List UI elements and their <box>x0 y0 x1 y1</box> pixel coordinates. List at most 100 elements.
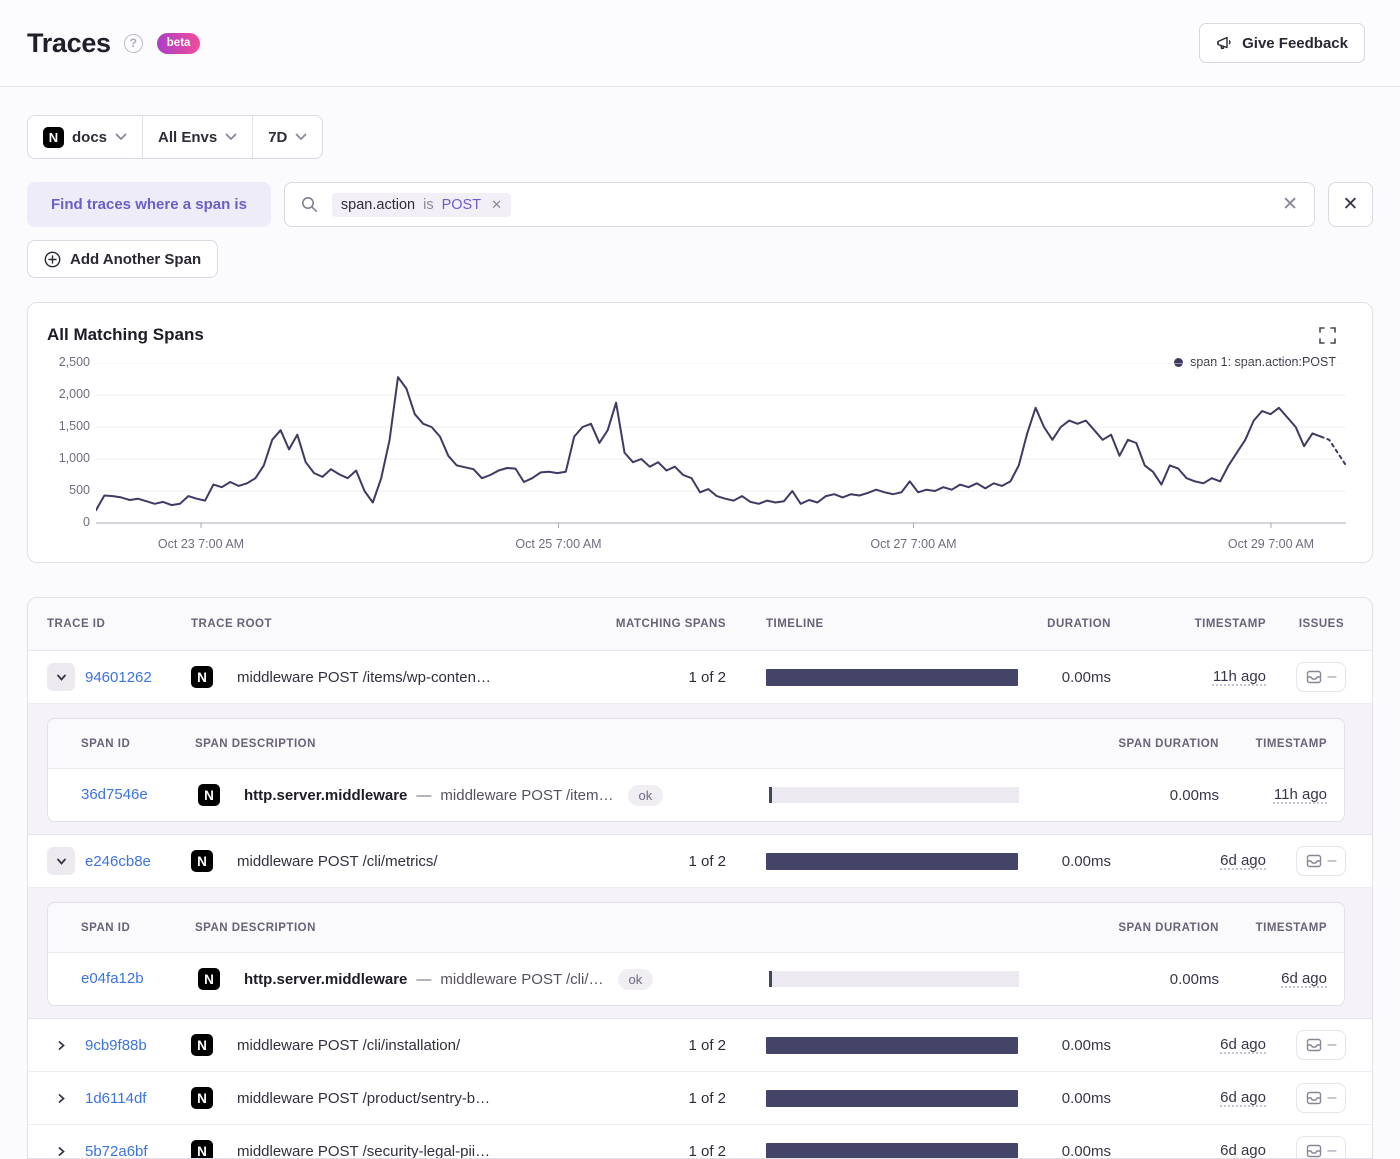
col-span-description: Span Description <box>195 921 316 934</box>
matching-spans-count: 1 of 2 <box>688 852 726 870</box>
trace-timestamp-link[interactable]: 6d ago <box>1220 1142 1266 1158</box>
trace-row[interactable]: e246cb8e N middleware POST /cli/metrics/… <box>28 835 1372 888</box>
expand-chevron-icon[interactable] <box>47 663 75 691</box>
expand-chevron-icon[interactable] <box>47 1084 75 1112</box>
issues-button[interactable]: – <box>1296 1030 1346 1060</box>
span-description-text: middleware POST /item… <box>440 786 614 804</box>
give-feedback-button[interactable]: Give Feedback <box>1199 23 1365 63</box>
expand-chevron-icon[interactable] <box>47 847 75 875</box>
project-avatar-icon: N <box>191 850 213 872</box>
trace-root-text: middleware POST /cli/installation/ <box>237 1036 461 1054</box>
trace-duration: 0.00ms <box>1061 852 1111 870</box>
trace-row[interactable]: 94601262 N middleware POST /items/wp-con… <box>28 651 1372 704</box>
project-avatar-icon: N <box>191 666 213 688</box>
col-span-duration: Span Duration <box>1118 737 1219 750</box>
span-search-row: Find traces where a span is span.action … <box>27 182 1373 227</box>
trace-timestamp-link[interactable]: 11h ago <box>1213 668 1266 685</box>
span-operation: http.server.middleware <box>244 970 408 988</box>
span-search-input[interactable]: span.action is POST ✕ ✕ <box>283 182 1315 227</box>
span-timeline-track <box>772 787 1019 803</box>
project-avatar-icon: N <box>191 1087 213 1109</box>
issues-icon <box>1306 1091 1321 1105</box>
trace-root-text: middleware POST /security-legal-pii… <box>237 1142 491 1159</box>
chevron-down-icon <box>225 133 237 141</box>
col-span-id: Span ID <box>81 737 131 750</box>
issues-button[interactable]: – <box>1296 1136 1346 1159</box>
trace-id-link[interactable]: 1d6114df <box>85 1090 146 1107</box>
token-remove-icon[interactable]: ✕ <box>491 197 502 213</box>
issues-icon <box>1306 1144 1321 1158</box>
environment-filter-label: All Envs <box>158 128 218 146</box>
trace-id-link[interactable]: e246cb8e <box>85 853 151 870</box>
spans-line-chart[interactable] <box>96 363 1346 529</box>
timeline-bar[interactable] <box>766 668 1018 686</box>
matching-spans-count: 1 of 2 <box>688 1036 726 1054</box>
y-tick-label: 1,500 <box>58 419 90 433</box>
trace-root-text: middleware POST /items/wp-conten… <box>237 668 491 686</box>
col-span-timestamp: Timestamp <box>1255 737 1327 750</box>
issues-icon <box>1306 854 1321 868</box>
find-traces-label: Find traces where a span is <box>27 182 271 227</box>
trace-timestamp-link[interactable]: 6d ago <box>1220 1036 1266 1053</box>
page-title: Traces <box>27 27 111 58</box>
span-row[interactable]: e04fa12b N http.server.middleware — midd… <box>48 953 1344 1005</box>
span-timestamp-link[interactable]: 11h ago <box>1274 786 1327 803</box>
span-status-badge: ok <box>617 968 654 990</box>
trace-duration: 0.00ms <box>1061 1142 1111 1159</box>
trace-root-text: middleware POST /product/sentry-b… <box>237 1089 491 1107</box>
issues-count-dash: – <box>1327 1036 1337 1053</box>
filter-bar: N docs All Envs 7D <box>27 115 324 159</box>
issues-button[interactable]: – <box>1296 1083 1346 1113</box>
issues-count-dash: – <box>1327 852 1337 869</box>
search-token[interactable]: span.action is POST ✕ <box>331 192 511 217</box>
trace-row[interactable]: 9cb9f88b N middleware POST /cli/installa… <box>28 1019 1372 1072</box>
project-avatar-icon: N <box>198 968 220 990</box>
trace-duration: 0.00ms <box>1061 1089 1111 1107</box>
search-clear-icon[interactable]: ✕ <box>1282 193 1298 216</box>
span-timeline[interactable] <box>769 787 1019 803</box>
project-avatar-icon: N <box>198 784 220 806</box>
timeline-bar[interactable] <box>766 852 1018 870</box>
environment-filter[interactable]: All Envs <box>143 116 252 158</box>
project-filter[interactable]: N docs <box>28 116 142 158</box>
trace-duration: 0.00ms <box>1061 1036 1111 1054</box>
timeline-bar[interactable] <box>766 1089 1018 1107</box>
trace-row[interactable]: 5b72a6bf N middleware POST /security-leg… <box>28 1125 1372 1159</box>
trace-row[interactable]: 1d6114df N middleware POST /product/sent… <box>28 1072 1372 1125</box>
close-search-button[interactable]: ✕ <box>1328 182 1373 227</box>
fullscreen-icon[interactable] <box>1319 327 1336 344</box>
trace-id-link[interactable]: 94601262 <box>85 669 152 686</box>
trace-duration: 0.00ms <box>1061 668 1111 686</box>
span-row[interactable]: 36d7546e N http.server.middleware — midd… <box>48 769 1344 821</box>
expand-chevron-icon[interactable] <box>47 1031 75 1059</box>
span-id-link[interactable]: e04fa12b <box>81 970 144 987</box>
issues-count-dash: – <box>1327 1142 1337 1159</box>
timeline-bar[interactable] <box>766 1142 1018 1158</box>
date-range-filter[interactable]: 7D <box>253 116 322 158</box>
add-another-span-button[interactable]: Add Another Span <box>27 240 219 278</box>
col-timeline: Timeline <box>766 618 824 630</box>
issues-button[interactable]: – <box>1296 846 1346 876</box>
timeline-bar[interactable] <box>766 1036 1018 1054</box>
help-icon[interactable]: ? <box>123 33 143 53</box>
col-span-timestamp: Timestamp <box>1255 921 1327 934</box>
issues-button[interactable]: – <box>1296 662 1346 692</box>
trace-timestamp-link[interactable]: 6d ago <box>1220 1089 1266 1106</box>
span-timeline[interactable] <box>769 971 1019 987</box>
expanded-spans-section: Span ID Span Description Span Duration T… <box>28 704 1372 835</box>
expand-chevron-icon[interactable] <box>47 1137 75 1158</box>
matching-spans-count: 1 of 2 <box>688 1089 726 1107</box>
span-timestamp-link[interactable]: 6d ago <box>1281 970 1327 987</box>
x-tick-label: Oct 29 7:00 AM <box>1227 537 1315 551</box>
project-avatar-icon: N <box>191 1140 213 1158</box>
trace-timestamp-link[interactable]: 6d ago <box>1220 852 1266 869</box>
add-another-span-label: Add Another Span <box>70 250 202 268</box>
close-icon: ✕ <box>1342 194 1359 215</box>
trace-id-link[interactable]: 5b72a6bf <box>85 1143 148 1159</box>
span-id-link[interactable]: 36d7546e <box>81 786 148 803</box>
beta-badge: beta <box>156 32 201 54</box>
col-span-id: Span ID <box>81 921 131 934</box>
matching-spans-count: 1 of 2 <box>688 1142 726 1159</box>
trace-id-link[interactable]: 9cb9f88b <box>85 1037 147 1054</box>
megaphone-icon <box>1216 35 1233 51</box>
